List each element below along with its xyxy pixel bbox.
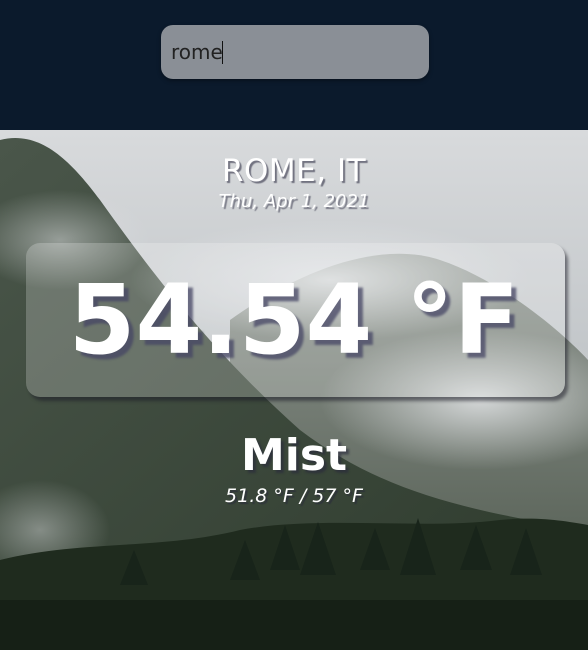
header-bar	[0, 0, 588, 130]
temperature-value: 54.54 °F	[68, 264, 520, 376]
search-box[interactable]	[161, 25, 429, 79]
temperature-range: 51.8 °F / 57 °F	[225, 485, 363, 507]
weather-condition: Mist	[240, 430, 348, 481]
date-label: Thu, Apr 1, 2021	[218, 191, 370, 212]
search-input[interactable]	[161, 25, 429, 79]
location-label: ROME, IT	[221, 153, 367, 189]
text-caret	[222, 41, 223, 64]
